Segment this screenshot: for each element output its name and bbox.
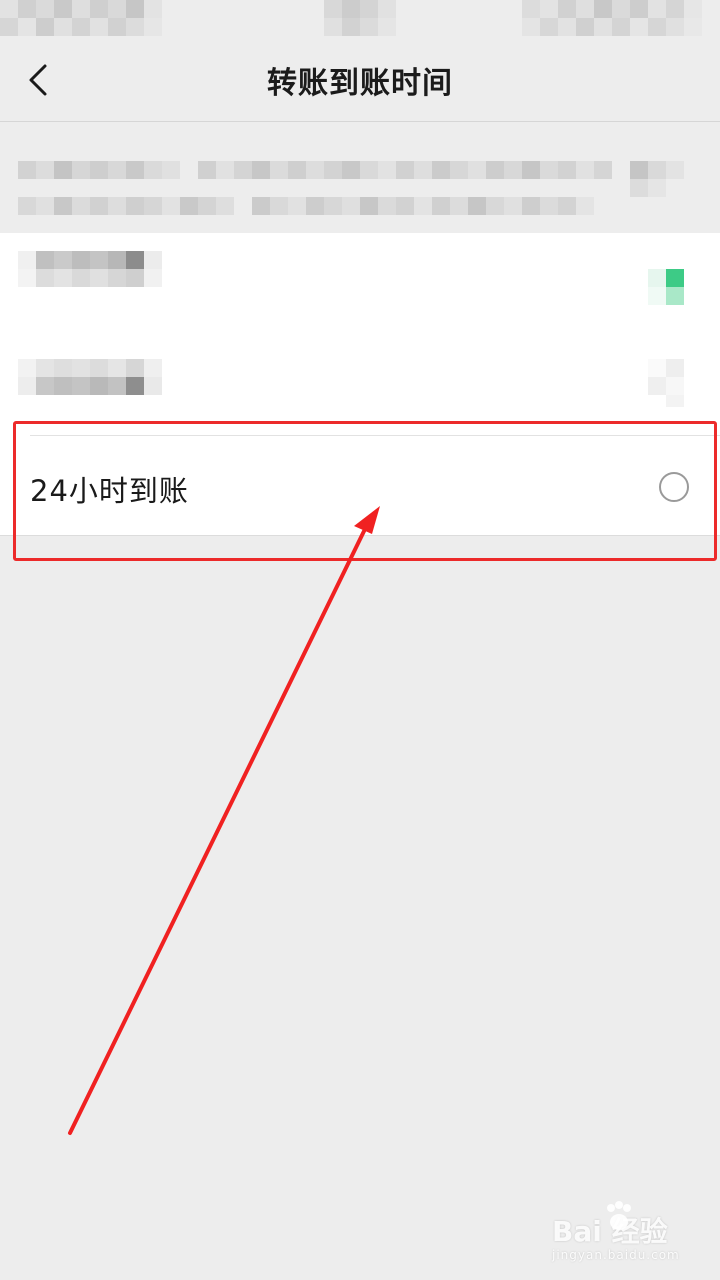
watermark: Bai 经验 jingyan.baidu.com (552, 1200, 712, 1270)
option-row-blurred-1[interactable] (0, 233, 720, 333)
watermark-url: jingyan.baidu.com (552, 1248, 680, 1262)
row-divider (30, 435, 720, 436)
option-row-24h[interactable]: 24小时到账 (0, 435, 720, 536)
status-bar (0, 0, 720, 38)
arrival-time-options: 24小时到账 (0, 233, 720, 536)
nav-bar: 转账到账时间 (0, 38, 720, 122)
option-label-24h: 24小时到账 (30, 474, 189, 508)
notice-text-blurred (0, 123, 720, 233)
paw-icon (607, 1201, 631, 1230)
radio-unchecked-icon[interactable] (659, 472, 689, 502)
option-row-blurred-2[interactable] (0, 333, 720, 435)
page-title: 转账到账时间 (267, 66, 453, 101)
